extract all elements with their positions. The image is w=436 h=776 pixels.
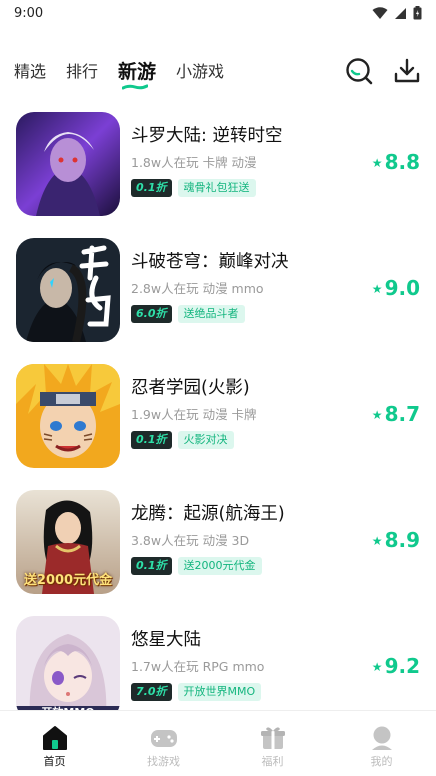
- user-icon: [371, 726, 392, 750]
- wifi-icon: [372, 6, 388, 19]
- game-score: ★ 8.7: [372, 402, 420, 426]
- game-item[interactable]: 斗破苍穹：巅峰对决 2.8w人在玩 动漫 mmo 6.0折 送绝品斗者 ★ 9.…: [0, 230, 436, 356]
- game-thumbnail[interactable]: [16, 238, 120, 342]
- discount-badge: 6.0折: [131, 305, 172, 323]
- nav-find-games[interactable]: 找游戏: [109, 711, 218, 776]
- discount-badge: 7.0折: [131, 683, 172, 701]
- thumbnail-banner: 送2000元代金: [23, 573, 113, 588]
- game-thumbnail[interactable]: 送2000元代金: [16, 490, 120, 594]
- search-button[interactable]: [344, 56, 374, 86]
- search-icon: [346, 58, 373, 85]
- discount-badge: 0.1折: [131, 179, 172, 197]
- game-item[interactable]: 送2000元代金 龙腾：起源(航海王) 3.8w人在玩 动漫 3D 0.1折 送…: [0, 482, 436, 608]
- tab-new-games[interactable]: 新游: [118, 60, 157, 90]
- status-bar: 9:00: [0, 0, 436, 26]
- promo-tag: 魂骨礼包狂送: [177, 179, 256, 197]
- star-icon: ★: [371, 660, 383, 674]
- nav-home[interactable]: 首页: [0, 711, 109, 776]
- home-icon: [42, 726, 67, 750]
- nav-find-games-label: 找游戏: [147, 755, 180, 768]
- promo-tag: 火影对决: [177, 431, 234, 449]
- game-title: 悠星大陆: [131, 630, 201, 650]
- signal-icon: [395, 7, 406, 19]
- nav-profile-label: 我的: [370, 755, 393, 768]
- score-value: 8.8: [384, 150, 420, 174]
- score-value: 9.2: [384, 654, 420, 678]
- gamepad-icon: [150, 730, 177, 747]
- promo-tag: 送绝品斗者: [177, 305, 245, 323]
- star-icon: ★: [371, 156, 383, 170]
- battery-icon: [413, 6, 422, 20]
- bottom-nav: 首页 找游戏 福利 我的: [0, 710, 436, 776]
- game-item[interactable]: 忍者学园(火影) 1.9w人在玩 动漫 卡牌 0.1折 火影对决 ★ 8.7: [0, 356, 436, 482]
- game-score: ★ 9.0: [372, 276, 420, 300]
- game-score: ★ 9.2: [372, 654, 420, 678]
- star-icon: ★: [371, 534, 383, 548]
- star-icon: ★: [371, 282, 383, 296]
- game-thumbnail[interactable]: 开放MMO: [16, 616, 120, 720]
- download-button[interactable]: [392, 56, 422, 86]
- status-time: 9:00: [14, 5, 44, 21]
- game-item[interactable]: 斗罗大陆: 逆转时空 1.8w人在玩 卡牌 动漫 0.1折 魂骨礼包狂送 ★ 8…: [0, 104, 436, 230]
- star-icon: ★: [371, 408, 383, 422]
- score-value: 9.0: [384, 276, 420, 300]
- game-meta: 1.8w人在玩 卡牌 动漫: [131, 155, 257, 170]
- tab-ranking[interactable]: 排行: [66, 60, 98, 84]
- game-score: ★ 8.8: [372, 150, 420, 174]
- game-thumbnail[interactable]: [16, 112, 120, 216]
- nav-profile[interactable]: 我的: [327, 711, 436, 776]
- game-score: ★ 8.9: [372, 528, 420, 552]
- nav-home-label: 首页: [43, 755, 66, 768]
- tab-active-indicator: [122, 84, 149, 90]
- nav-welfare[interactable]: 福利: [218, 711, 327, 776]
- game-title: 忍者学园(火影): [131, 378, 250, 398]
- game-meta: 3.8w人在玩 动漫 3D: [131, 533, 250, 548]
- status-icons: [372, 6, 422, 20]
- discount-badge: 0.1折: [131, 557, 172, 575]
- top-nav: 精选 排行 新游 小游戏: [0, 52, 436, 92]
- game-title: 龙腾：起源(航海王): [131, 504, 285, 524]
- discount-badge: 0.1折: [131, 431, 172, 449]
- game-thumbnail[interactable]: [16, 364, 120, 468]
- game-meta: 1.9w人在玩 动漫 卡牌: [131, 407, 257, 422]
- game-list: 斗罗大陆: 逆转时空 1.8w人在玩 卡牌 动漫 0.1折 魂骨礼包狂送 ★ 8…: [0, 104, 436, 734]
- score-value: 8.9: [384, 528, 420, 552]
- download-icon: [394, 58, 420, 83]
- game-title: 斗破苍穹：巅峰对决: [131, 252, 289, 272]
- game-title: 斗罗大陆: 逆转时空: [131, 126, 283, 146]
- tab-new-games-label: 新游: [118, 61, 157, 83]
- tab-mini-games[interactable]: 小游戏: [176, 60, 224, 84]
- promo-tag: 送2000元代金: [177, 557, 262, 575]
- game-meta: 1.7w人在玩 RPG mmo: [131, 659, 265, 674]
- nav-welfare-label: 福利: [261, 755, 284, 768]
- game-meta: 2.8w人在玩 动漫 mmo: [131, 281, 264, 296]
- promo-tag: 开放世界MMO: [177, 683, 262, 701]
- tab-featured[interactable]: 精选: [14, 60, 46, 84]
- score-value: 8.7: [384, 402, 420, 426]
- gift-icon: [260, 727, 285, 749]
